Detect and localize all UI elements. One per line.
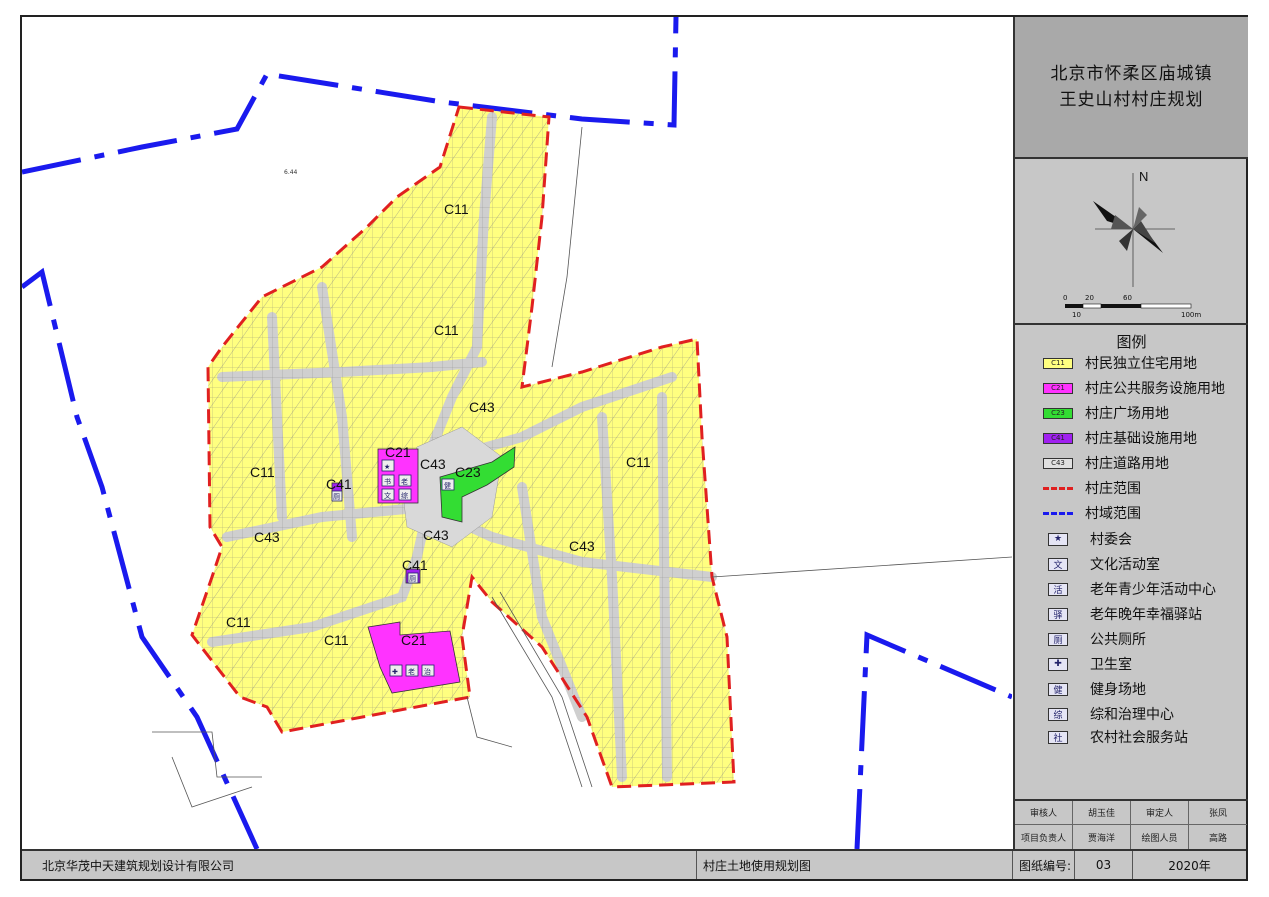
legend: 图例 C11 村民独立住宅用地 C21 村庄公共服务设施用地 C23 村庄广场用… xyxy=(1015,327,1248,799)
sig-approver-label: 审定人 xyxy=(1131,801,1189,825)
svg-text:10: 10 xyxy=(1072,311,1081,319)
fitness-icon: 健 xyxy=(1048,682,1068,696)
legend-item-village-boundary: 村庄范围 xyxy=(1043,478,1141,498)
label-c11-south: C11 xyxy=(324,632,349,648)
svg-text:100m: 100m xyxy=(1181,311,1201,319)
label-c11-southwest: C11 xyxy=(226,614,251,630)
year: 2020年 xyxy=(1168,858,1211,873)
compass-block: N 0 20 60 10 100m xyxy=(1015,159,1248,325)
svg-text:厕: 厕 xyxy=(333,493,340,501)
legend-swatch-c43: C43 xyxy=(1043,457,1073,469)
title-block: 北京市怀柔区庙城镇 王史山村村庄规划 xyxy=(1015,17,1248,159)
sig-reviewer-name: 胡玉佳 xyxy=(1073,801,1131,825)
label-c43-center-north: C43 xyxy=(469,399,495,415)
svg-text:治: 治 xyxy=(424,667,431,676)
sig-lead-label: 项目负责人 xyxy=(1015,825,1073,849)
scale-bar: 0 20 60 10 100m xyxy=(1063,294,1201,319)
label-c11-center: C11 xyxy=(434,322,459,338)
svg-text:健: 健 xyxy=(444,481,451,490)
governance-center-icon: 综 xyxy=(1048,707,1068,721)
toilet-icon: 厕 xyxy=(1048,632,1068,646)
drawing-no: 03 xyxy=(1075,851,1133,879)
spot-label: 6.44 xyxy=(284,169,298,176)
label-c21-south: C21 xyxy=(401,632,427,648)
legend-swatch-c11: C11 xyxy=(1043,357,1073,369)
label-c43-center-south: C43 xyxy=(423,527,449,543)
legend-item-c23: C23 村庄广场用地 xyxy=(1043,403,1169,423)
sig-drafter-label: 绘图人员 xyxy=(1131,825,1189,849)
sig-drafter-name: 高路 xyxy=(1208,833,1227,844)
label-c23: C23 xyxy=(455,464,481,480)
svg-text:厕: 厕 xyxy=(409,575,416,583)
social-service-icon: 社 xyxy=(1048,730,1068,744)
drawing-no-label: 图纸编号: xyxy=(1013,851,1075,879)
activity-center-icon: 活 xyxy=(1048,582,1068,596)
legend-swatch-c21: C21 xyxy=(1043,382,1073,394)
clinic-icon: ✚ xyxy=(1048,657,1068,671)
title-line-2: 王史山村村庄规划 xyxy=(1059,90,1204,110)
label-c43-center: C43 xyxy=(420,456,446,472)
label-c21-north: C21 xyxy=(385,444,411,460)
signature-table: 审核人 胡玉佳 审定人 张凤 项目负责人 贾海洋 绘图人员 高路 xyxy=(1015,799,1248,849)
svg-text:60: 60 xyxy=(1123,294,1132,302)
village-committee-icon: ★ xyxy=(1048,532,1068,546)
legend-item-c11: C11 村民独立住宅用地 xyxy=(1043,353,1197,373)
legend-item-facility-1: 文 文化活动室 xyxy=(1043,554,1160,574)
legend-item-facility-6: 健 健身场地 xyxy=(1043,679,1146,699)
svg-text:老: 老 xyxy=(408,667,415,676)
label-c11-north: C11 xyxy=(444,201,469,217)
title-line-1: 北京市怀柔区庙城镇 xyxy=(1050,64,1213,84)
legend-line-blue xyxy=(1043,511,1073,515)
side-panel: 北京市怀柔区庙城镇 王史山村村庄规划 N 0 20 60 10 100m 图例 … xyxy=(1013,17,1248,849)
svg-text:0: 0 xyxy=(1063,294,1067,302)
label-c43-east: C43 xyxy=(569,538,595,554)
svg-text:综: 综 xyxy=(401,491,408,500)
legend-swatch-c23: C23 xyxy=(1043,407,1073,419)
elder-station-icon: 驿 xyxy=(1048,607,1068,621)
legend-item-facility-4: 厕 公共厕所 xyxy=(1043,629,1146,649)
company-name: 北京华茂中天建筑规划设计有限公司 xyxy=(22,851,697,879)
legend-item-c43: C43 村庄道路用地 xyxy=(1043,453,1169,473)
map-canvas[interactable]: ★ 书 老 文 综 健 厕 厕 ✚ 老 治 C11 C11 C11 C11 C1… xyxy=(22,17,1012,849)
legend-line-red xyxy=(1043,486,1073,490)
label-c11-east: C11 xyxy=(626,454,651,470)
land-use-map: ★ 书 老 文 综 健 厕 厕 ✚ 老 治 C11 C11 C11 C11 C1… xyxy=(22,17,1012,849)
bottom-bar: 北京华茂中天建筑规划设计有限公司 村庄土地使用规划图 图纸编号: 03 2020… xyxy=(22,849,1246,879)
culture-room-icon: 文 xyxy=(1048,557,1068,571)
legend-item-facility-0: ★ 村委会 xyxy=(1043,529,1132,549)
svg-text:20: 20 xyxy=(1085,294,1094,302)
legend-item-facility-8: 社 农村社会服务站 xyxy=(1043,727,1188,747)
legend-title: 图例 xyxy=(1116,333,1147,351)
legend-item-c41: C41 村庄基础设施用地 xyxy=(1043,428,1197,448)
svg-text:✚: ✚ xyxy=(392,668,398,676)
label-c43-west: C43 xyxy=(254,529,280,545)
label-c11-west: C11 xyxy=(250,464,275,480)
legend-swatch-c41: C41 xyxy=(1043,432,1073,444)
svg-text:书: 书 xyxy=(384,477,391,486)
sig-lead-name: 贾海洋 xyxy=(1073,825,1131,849)
legend-item-facility-2: 活 老年青少年活动中心 xyxy=(1043,579,1216,599)
legend-item-facility-7: 综 综和治理中心 xyxy=(1043,704,1174,724)
north-label: N xyxy=(1139,169,1148,184)
legend-item-domain-boundary: 村域范围 xyxy=(1043,503,1141,523)
svg-text:老: 老 xyxy=(401,477,408,486)
label-c41-center: C41 xyxy=(402,557,428,573)
north-arrow-icon: N 0 20 60 10 100m xyxy=(1063,169,1201,319)
label-c41-west: C41 xyxy=(326,476,352,492)
sig-reviewer-label: 审核人 xyxy=(1015,801,1073,825)
svg-text:★: ★ xyxy=(384,463,390,471)
legend-item-facility-5: ✚ 卫生室 xyxy=(1043,654,1132,674)
sig-approver-name: 张凤 xyxy=(1189,801,1247,825)
svg-text:文: 文 xyxy=(384,491,391,500)
legend-item-c21: C21 村庄公共服务设施用地 xyxy=(1043,378,1225,398)
legend-item-facility-3: 驿 老年晚年幸福驿站 xyxy=(1043,604,1202,624)
drawing-name: 村庄土地使用规划图 xyxy=(697,851,1013,879)
